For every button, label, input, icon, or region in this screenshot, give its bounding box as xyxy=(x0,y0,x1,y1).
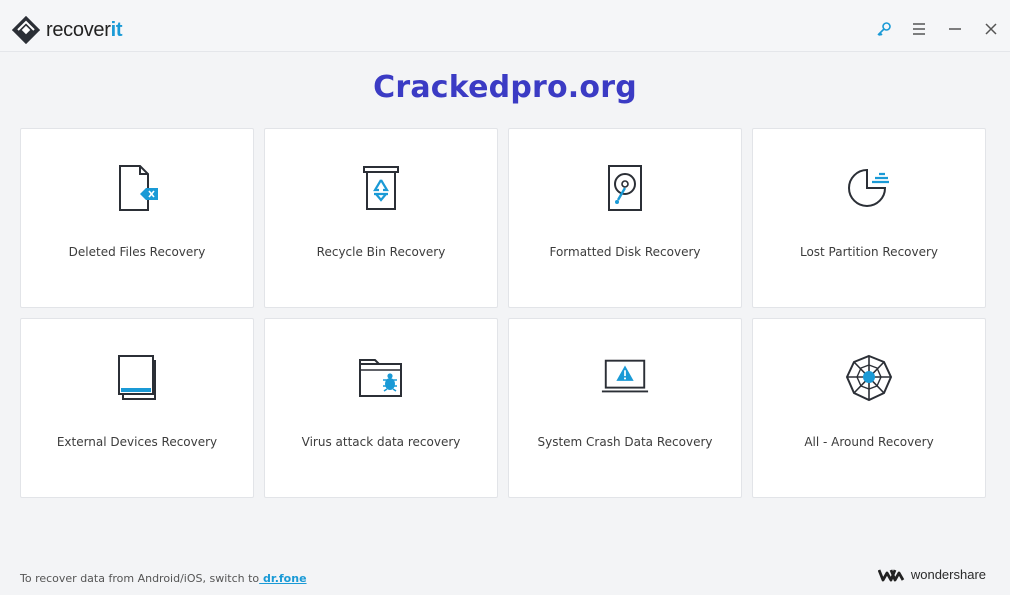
card-formatted-disk-recovery[interactable]: Formatted Disk Recovery xyxy=(508,128,742,308)
card-label: System Crash Data Recovery xyxy=(537,435,713,449)
deleted-file-icon xyxy=(112,163,162,213)
app-logo: recoverit xyxy=(12,14,123,46)
app-name: recoverit xyxy=(46,18,123,41)
card-deleted-files-recovery[interactable]: Deleted Files Recovery xyxy=(20,128,254,308)
recoverit-logo-icon xyxy=(12,16,40,44)
card-virus-attack-recovery[interactable]: Virus attack data recovery xyxy=(264,318,498,498)
close-icon[interactable] xyxy=(980,18,1002,40)
card-label: Virus attack data recovery xyxy=(301,435,461,449)
recovery-mode-grid: Deleted Files Recovery Recycle Bin Recov… xyxy=(20,128,986,498)
card-label: Deleted Files Recovery xyxy=(68,245,206,259)
card-label: External Devices Recovery xyxy=(56,435,218,449)
brand-name: wondershare xyxy=(910,567,986,582)
card-lost-partition-recovery[interactable]: Lost Partition Recovery xyxy=(752,128,986,308)
card-label: All - Around Recovery xyxy=(804,435,934,449)
footer-note: To recover data from Android/iOS, switch… xyxy=(20,572,307,585)
virus-folder-icon xyxy=(356,353,406,403)
drfone-link[interactable]: dr.fone xyxy=(259,572,307,585)
menu-icon[interactable] xyxy=(908,18,930,40)
card-recycle-bin-recovery[interactable]: Recycle Bin Recovery xyxy=(264,128,498,308)
card-external-devices-recovery[interactable]: External Devices Recovery xyxy=(20,318,254,498)
wondershare-brand: wondershare xyxy=(877,567,986,582)
card-system-crash-recovery[interactable]: System Crash Data Recovery xyxy=(508,318,742,498)
watermark-text: Crackedpro.org xyxy=(373,70,637,105)
card-label: Formatted Disk Recovery xyxy=(549,245,701,259)
hard-disk-icon xyxy=(600,163,650,213)
web-globe-icon xyxy=(844,353,894,403)
minimize-icon[interactable] xyxy=(944,18,966,40)
title-bar: recoverit xyxy=(0,0,1010,52)
crashed-laptop-icon xyxy=(600,353,650,403)
key-icon[interactable] xyxy=(873,18,895,40)
wondershare-logo-icon xyxy=(877,568,905,581)
external-device-icon xyxy=(112,353,162,403)
card-all-around-recovery[interactable]: All - Around Recovery xyxy=(752,318,986,498)
footer-text: To recover data from Android/iOS, switch… xyxy=(20,572,260,585)
partition-pie-icon xyxy=(844,163,894,213)
card-label: Recycle Bin Recovery xyxy=(316,245,446,259)
card-label: Lost Partition Recovery xyxy=(799,245,939,259)
recycle-bin-icon xyxy=(356,163,406,213)
